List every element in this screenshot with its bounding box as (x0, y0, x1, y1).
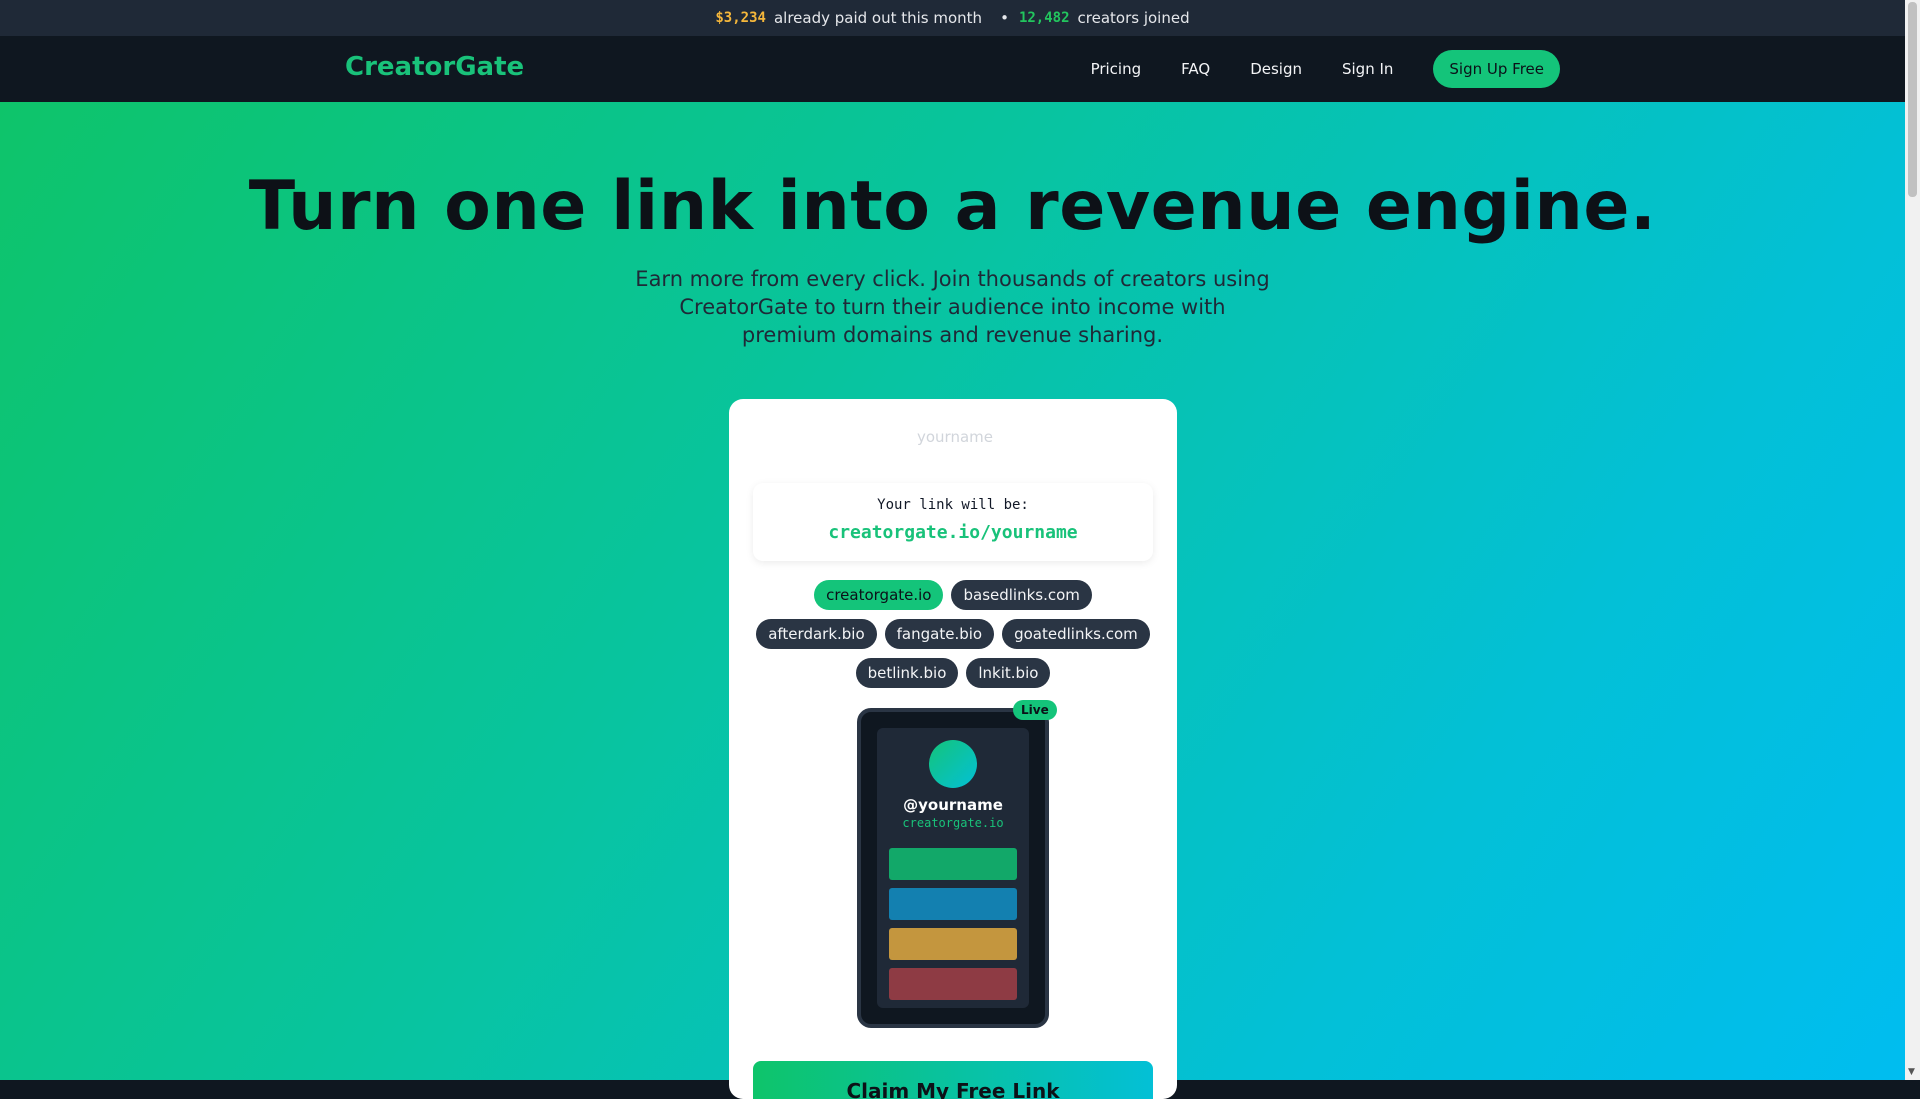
link-preview-label: Your link will be: (877, 497, 1029, 513)
creators-count: 12,482 (1018, 10, 1070, 26)
hero-section: Turn one link into a revenue engine. Ear… (0, 102, 1905, 1099)
preview-link-button-3 (889, 928, 1017, 960)
sign-up-button[interactable]: Sign Up Free (1433, 50, 1560, 88)
hero-title: Turn one link into a revenue engine. (248, 167, 1657, 246)
navbar: CreatorGate Pricing FAQ Design Sign In S… (0, 36, 1905, 102)
nav-links: Pricing FAQ Design Sign In Sign Up Free (1051, 36, 1560, 102)
link-preview-url: creatorgate.io/yourname (828, 522, 1078, 543)
claim-link-button[interactable]: Claim My Free Link (753, 1061, 1153, 1099)
preview-link-button-4 (889, 968, 1017, 1000)
domain-selector: creatorgate.io basedlinks.com afterdark.… (753, 580, 1153, 688)
live-badge: Live (1013, 700, 1057, 720)
scrollbar-thumb[interactable] (1908, 2, 1917, 197)
page-scrollbar[interactable]: ▼ (1905, 0, 1920, 1080)
domain-chip-afterdark[interactable]: afterdark.bio (756, 619, 877, 649)
logo[interactable]: CreatorGate (345, 52, 524, 82)
preview-link-button-1 (889, 848, 1017, 880)
announcement-bar: $3,234 already paid out this month • 12,… (0, 0, 1905, 37)
domain-chip-creatorgate[interactable]: creatorgate.io (814, 580, 944, 610)
nav-link-pricing[interactable]: Pricing (1091, 60, 1142, 78)
domain-chip-basedlinks[interactable]: basedlinks.com (951, 580, 1092, 610)
profile-domain: creatorgate.io (902, 816, 1004, 830)
signup-card: Your link will be: creatorgate.io/yourna… (729, 399, 1177, 1099)
domain-chip-fangate[interactable]: fangate.bio (884, 619, 995, 649)
phone-preview: @yourname creatorgate.io (857, 708, 1049, 1028)
scroll-down-arrow-icon[interactable]: ▼ (1908, 1067, 1915, 1077)
profile-handle: @yourname (903, 796, 1003, 814)
preview-link-button-2 (889, 888, 1017, 920)
creators-text: creators joined (1077, 9, 1190, 27)
username-input[interactable] (753, 413, 1157, 461)
nav-link-sign-in[interactable]: Sign In (1342, 60, 1393, 78)
link-preview-box: Your link will be: creatorgate.io/yourna… (753, 483, 1153, 561)
paid-amount: $3,234 (715, 10, 766, 26)
paid-text: already paid out this month (773, 9, 983, 27)
separator: • (1000, 9, 1009, 27)
nav-link-faq[interactable]: FAQ (1181, 60, 1210, 78)
hero-subtitle: Earn more from every click. Join thousan… (635, 267, 1270, 347)
phone-screen: @yourname creatorgate.io (877, 728, 1029, 1008)
nav-link-design[interactable]: Design (1250, 60, 1302, 78)
domain-chip-lnkit[interactable]: lnkit.bio (966, 658, 1051, 688)
avatar (929, 740, 977, 788)
domain-chip-goatedlinks[interactable]: goatedlinks.com (1002, 619, 1150, 649)
domain-chip-betlink[interactable]: betlink.bio (855, 658, 959, 688)
